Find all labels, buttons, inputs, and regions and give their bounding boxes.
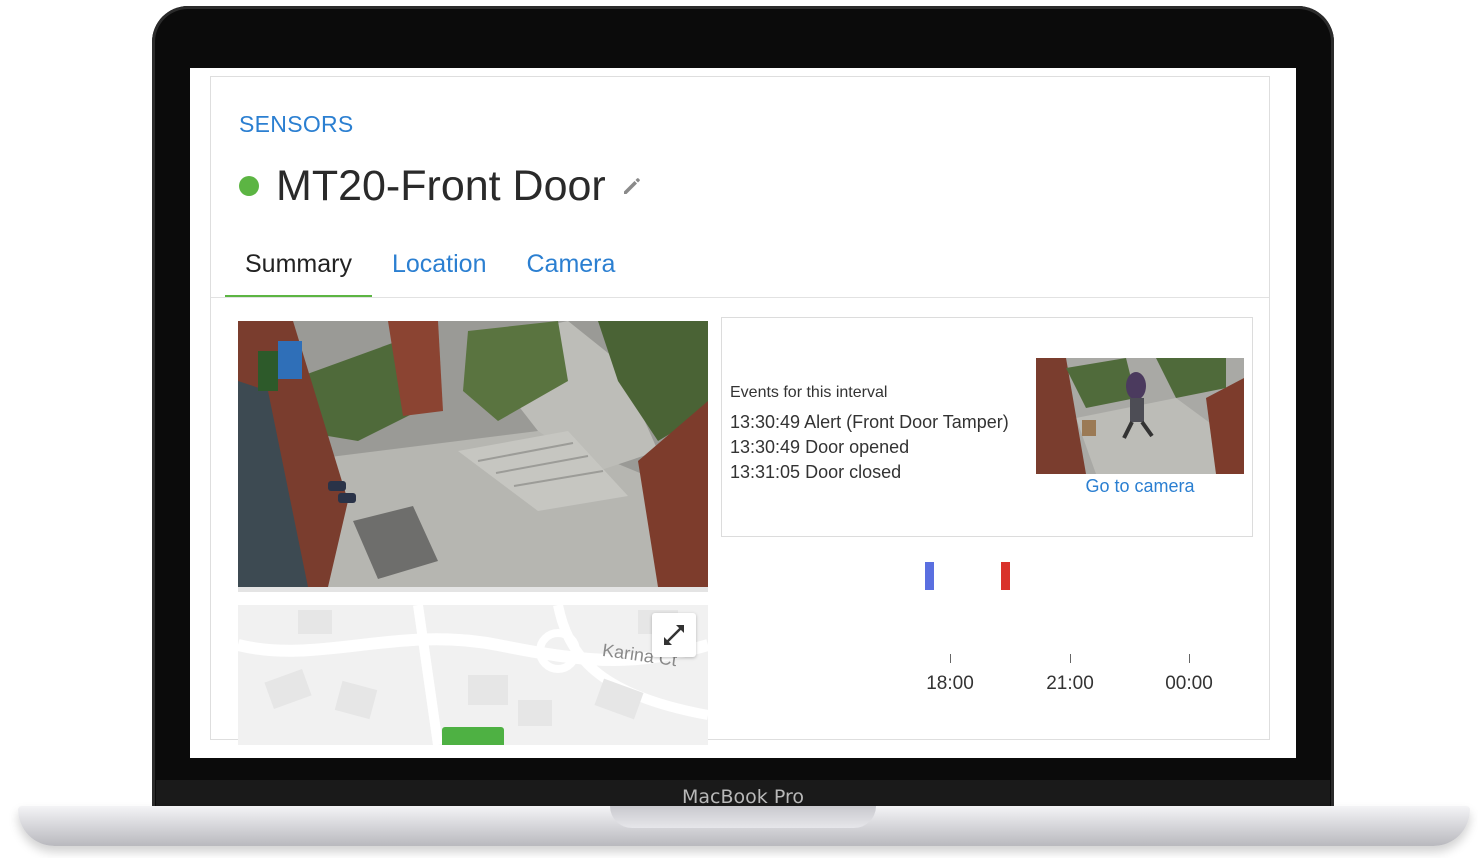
tab-summary[interactable]: Summary: [225, 245, 372, 298]
tab-bar: Summary Location Camera: [225, 245, 636, 298]
timeline-tick-label: 21:00: [1046, 673, 1094, 694]
event-camera-thumbnail[interactable]: [1036, 358, 1244, 474]
sensor-card: SENSORS MT20-Front Door Summary Location…: [210, 76, 1270, 745]
event-thumbnail-image: [1036, 358, 1244, 474]
event-item: 13:30:49 Door opened: [730, 437, 910, 457]
map-marker[interactable]: [442, 727, 504, 745]
event-item: 13:30:49 Alert (Front Door Tamper): [730, 412, 1009, 432]
tab-camera[interactable]: Camera: [507, 245, 636, 295]
timeline-tick-label: 18:00: [926, 673, 974, 694]
event-item: 13:31:05 Door closed: [730, 462, 902, 482]
events-panel: Events for this interval 13:30:49 Alert …: [721, 317, 1253, 537]
timeline-marker-open[interactable]: [925, 562, 934, 590]
timeline-tick: [1070, 654, 1071, 663]
events-heading: Events for this interval: [730, 384, 888, 401]
go-to-camera-link[interactable]: Go to camera: [1036, 476, 1244, 497]
page-title: MT20-Front Door: [276, 161, 606, 210]
status-dot: [239, 176, 259, 196]
laptop-notch: [610, 806, 876, 828]
event-timeline: 18:00 21:00 00:00: [721, 547, 1281, 697]
timeline-marker-alert[interactable]: [1001, 562, 1010, 590]
timeline-tick: [950, 654, 951, 663]
tab-location[interactable]: Location: [372, 245, 507, 295]
events-list: 13:30:49 Alert (Front Door Tamper) 13:30…: [730, 410, 1009, 485]
timeline-tick-label: 00:00: [1165, 673, 1213, 694]
camera-snapshot[interactable]: [238, 321, 708, 592]
expand-arrows-icon: [664, 625, 684, 645]
timeline-tick: [1189, 654, 1190, 663]
camera-snapshot-image: [238, 321, 708, 587]
pencil-icon[interactable]: [620, 174, 644, 198]
breadcrumb-sensors[interactable]: SENSORS: [239, 111, 354, 138]
expand-map-button[interactable]: [652, 613, 696, 657]
title-row: MT20-Front Door: [239, 161, 644, 211]
tab-divider: [211, 297, 1269, 298]
screen: SENSORS MT20-Front Door Summary Location…: [190, 68, 1296, 758]
map-tiles: [238, 605, 708, 745]
location-map[interactable]: Karina Ct: [238, 605, 708, 745]
device-label: MacBook Pro: [682, 786, 804, 808]
